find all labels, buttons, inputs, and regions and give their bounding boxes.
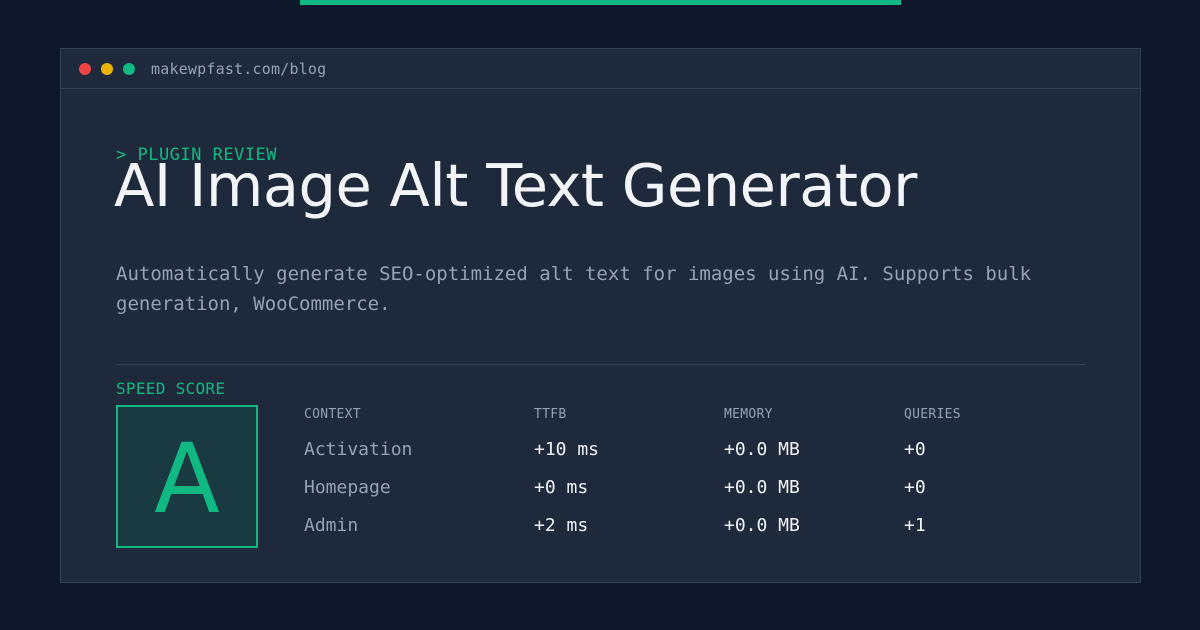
row-ttfb: +2 ms xyxy=(534,515,589,536)
speed-score-label: SPEED SCORE xyxy=(116,379,226,398)
header-context: CONTEXT xyxy=(304,407,361,422)
row-context: Admin xyxy=(304,515,359,536)
minimize-dot-icon[interactable] xyxy=(101,62,113,75)
row-context: Activation xyxy=(304,439,413,460)
browser-window: makewpfast.com/blog > PLUGIN REVIEW AI I… xyxy=(60,48,1141,583)
section-divider xyxy=(116,364,1086,365)
row-context: Homepage xyxy=(304,477,391,498)
maximize-dot-icon[interactable] xyxy=(123,62,135,75)
top-accent-bar xyxy=(300,0,901,5)
close-dot-icon[interactable] xyxy=(79,62,91,75)
table-row: Admin +2 ms +0.0 MB +1 xyxy=(304,515,1084,553)
page-title: AI Image Alt Text Generator xyxy=(114,151,917,220)
speed-grade-badge: A xyxy=(116,405,258,548)
header-queries: QUERIES xyxy=(904,407,961,422)
metrics-table: CONTEXT TTFB MEMORY QUERIES Activation +… xyxy=(304,407,1084,553)
row-memory: +0.0 MB xyxy=(724,515,800,536)
header-ttfb: TTFB xyxy=(534,407,567,422)
row-queries: +0 xyxy=(904,439,926,460)
url-text: makewpfast.com/blog xyxy=(151,59,327,78)
row-memory: +0.0 MB xyxy=(724,477,800,498)
article-description: Automatically generate SEO-optimized alt… xyxy=(116,263,1032,315)
row-memory: +0.0 MB xyxy=(724,439,800,460)
table-row: Homepage +0 ms +0.0 MB +0 xyxy=(304,477,1084,515)
table-row: Activation +10 ms +0.0 MB +0 xyxy=(304,439,1084,477)
row-ttfb: +10 ms xyxy=(534,439,600,460)
row-ttfb: +0 ms xyxy=(534,477,589,498)
row-queries: +0 xyxy=(904,477,926,498)
window-titlebar: makewpfast.com/blog xyxy=(61,49,1140,89)
metrics-header-row: CONTEXT TTFB MEMORY QUERIES xyxy=(304,407,1084,439)
speed-grade-letter: A xyxy=(154,422,220,535)
row-queries: +1 xyxy=(904,515,926,536)
header-memory: MEMORY xyxy=(724,407,773,422)
